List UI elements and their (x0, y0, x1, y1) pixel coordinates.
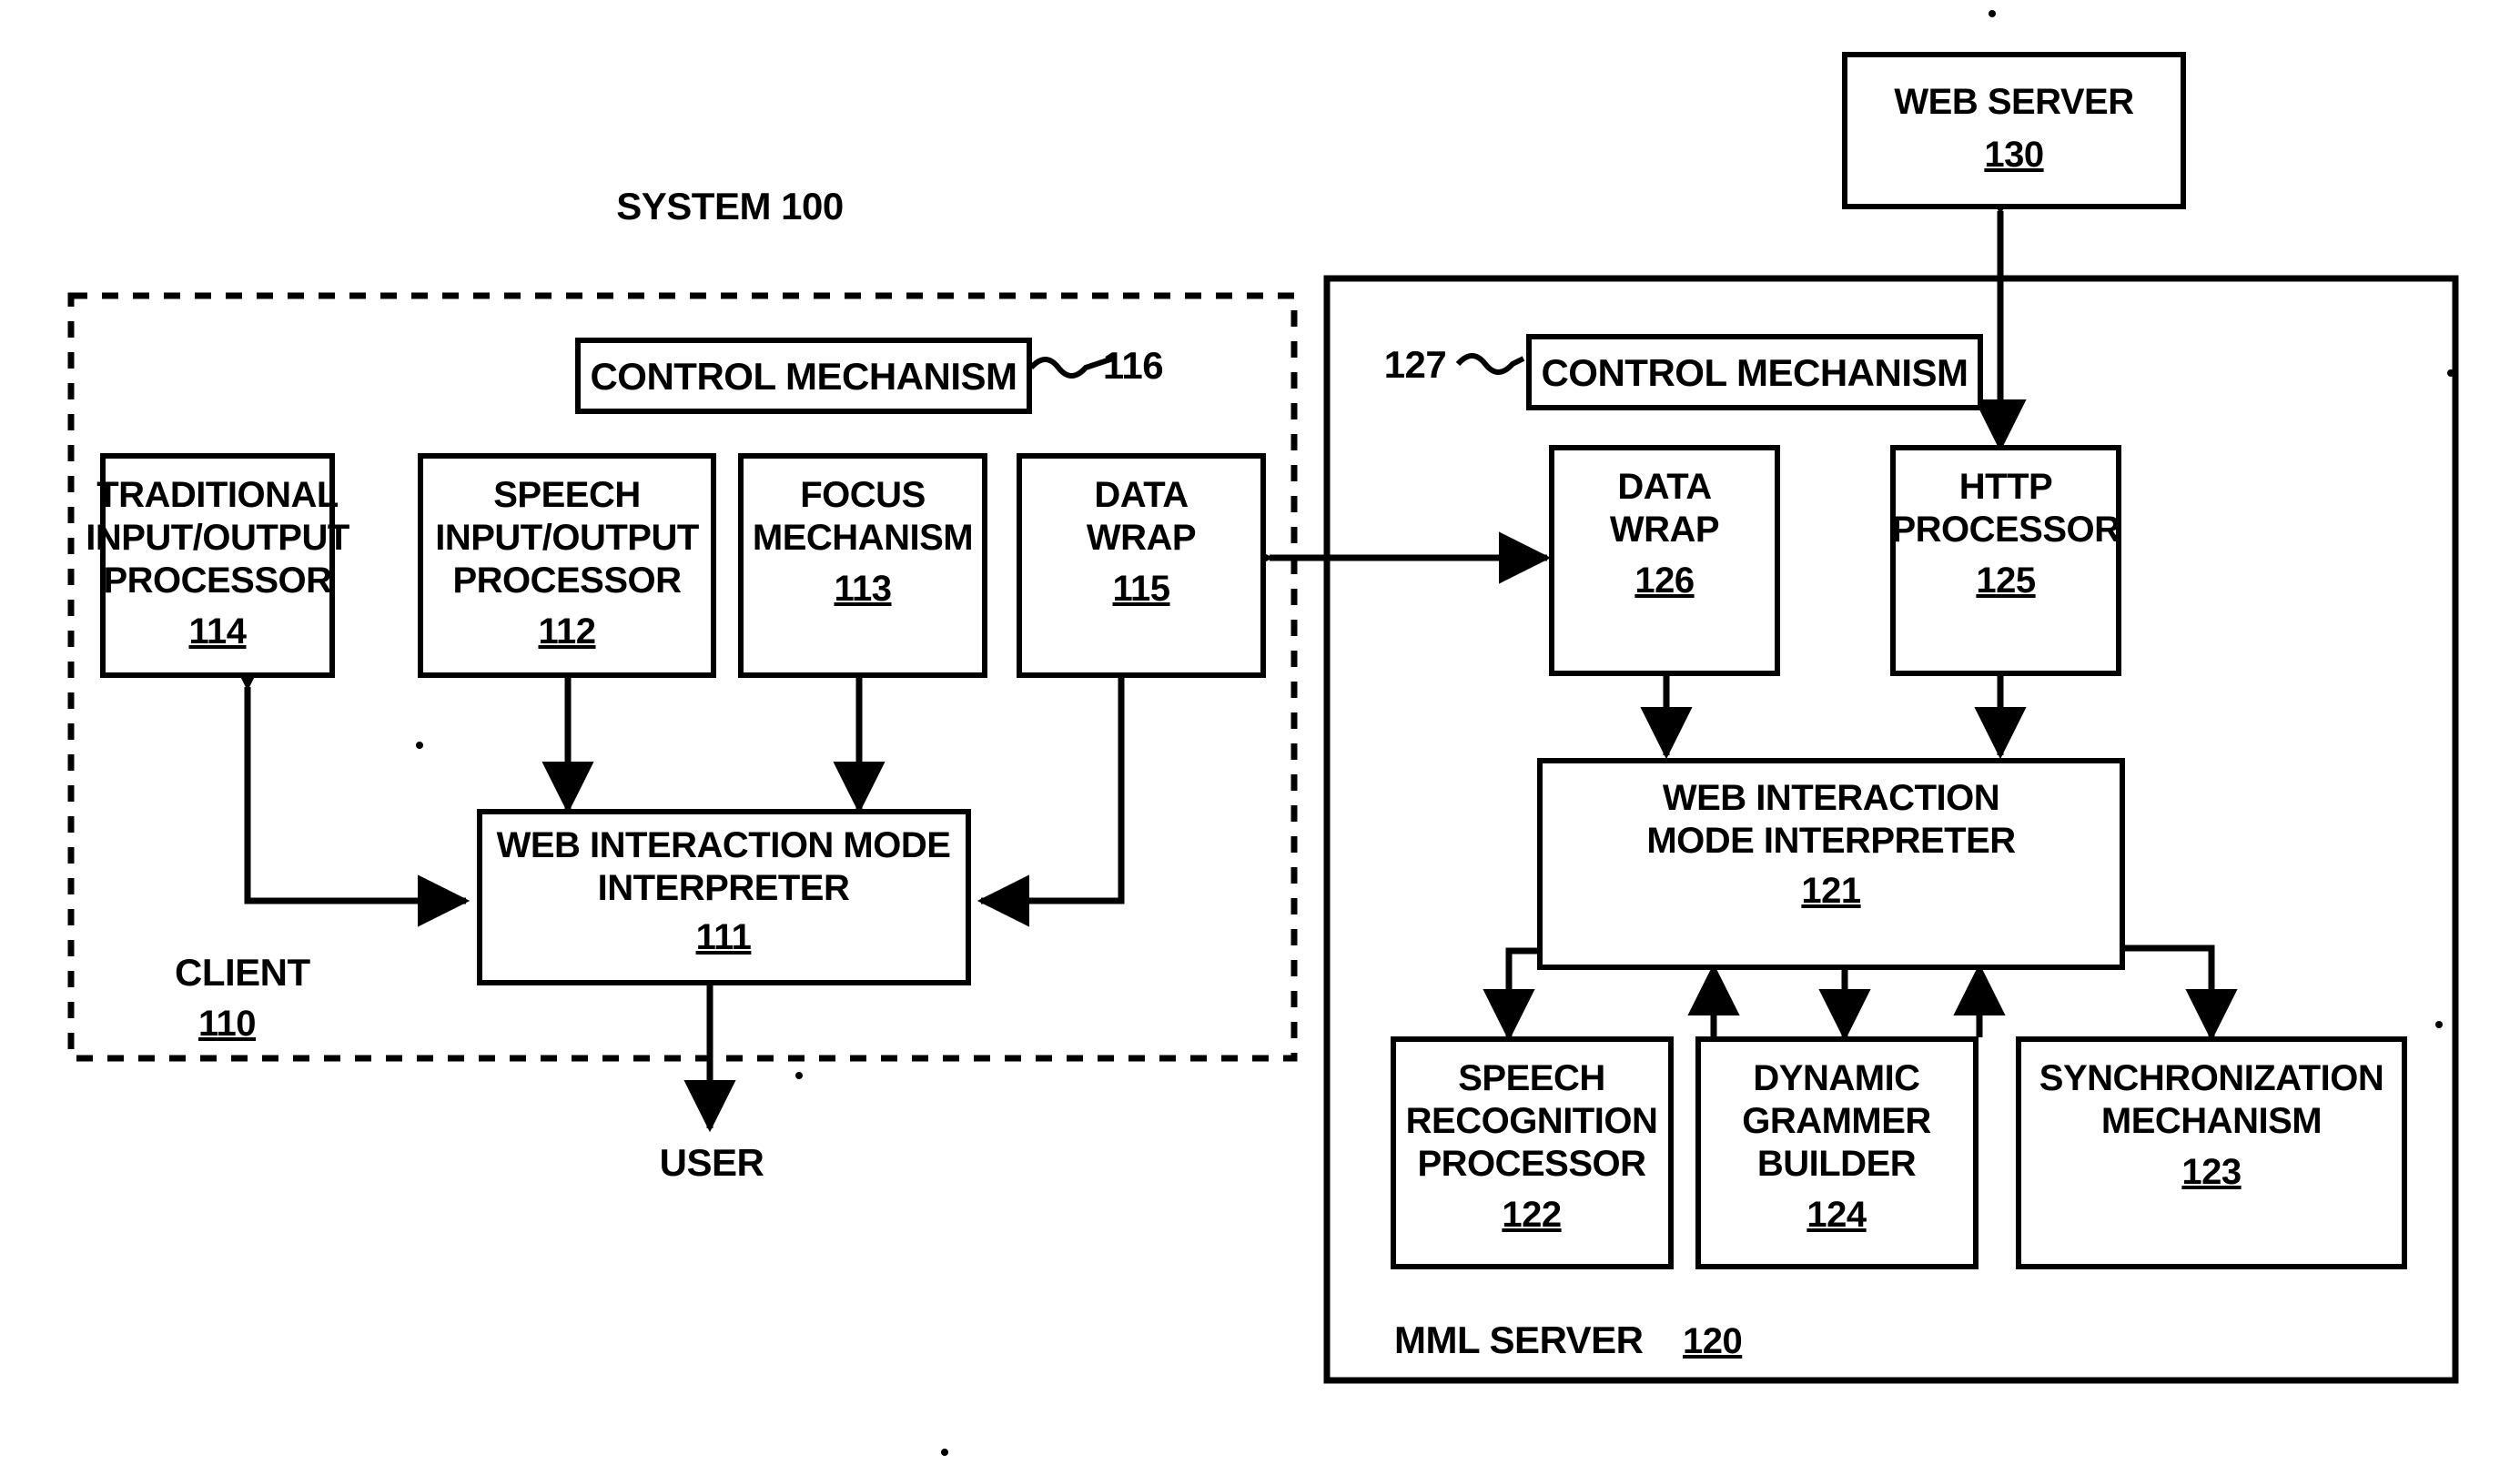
block-number: 125 (1976, 561, 2035, 601)
client-number: 110 (198, 1004, 256, 1044)
scan-speck (1989, 10, 1996, 17)
block-line: INTERPRETER (598, 868, 850, 908)
leader-116 (1028, 356, 1114, 379)
block-line: WEB INTERACTION (1663, 778, 1999, 818)
block-line: WEB INTERACTION MODE (497, 825, 951, 865)
figure-title: SYSTEM 100 (616, 185, 843, 227)
web-server-label: WEB SERVER (1894, 82, 2134, 122)
block-number: 126 (1634, 561, 1694, 601)
block-number: 124 (1807, 1195, 1867, 1235)
block-traditional-io-processor[interactable]: TRADITIONAL INPUT/OUTPUT PROCESSOR 114 (86, 453, 349, 678)
user-label: USER (660, 1141, 764, 1184)
block-line: SPEECH (493, 475, 641, 515)
block-line: BUILDER (1757, 1144, 1917, 1184)
server-control-mechanism-block[interactable]: CONTROL MECHANISM (1526, 334, 1983, 410)
block-web-server[interactable]: WEB SERVER 130 (1842, 52, 2186, 209)
block-speech-io-processor[interactable]: SPEECH INPUT/OUTPUT PROCESSOR 112 (418, 453, 716, 678)
block-line: PROCESSOR (1891, 510, 2120, 550)
scan-speck (2447, 369, 2454, 377)
scan-speck (416, 742, 423, 749)
block-line: SPEECH (1458, 1058, 1605, 1098)
mml-server-number: 120 (1683, 1321, 1742, 1361)
block-number: 115 (1112, 569, 1169, 609)
block-line: SYNCHRONIZATION (2039, 1058, 2383, 1098)
web-server-number: 130 (1984, 135, 2043, 175)
block-data-wrap-server[interactable]: DATA WRAP 126 (1549, 445, 1780, 676)
block-number: 123 (2181, 1152, 2241, 1192)
block-line: PROCESSOR (1417, 1144, 1646, 1184)
block-line: DATA (1094, 475, 1188, 515)
leader-127 (1455, 353, 1525, 375)
block-speech-recognition-processor[interactable]: SPEECH RECOGNITION PROCESSOR 122 (1391, 1036, 1674, 1269)
scan-speck (795, 1072, 803, 1079)
block-line: RECOGNITION (1406, 1101, 1658, 1141)
client-control-mechanism-ref: 116 (1103, 344, 1163, 387)
block-data-wrap-client[interactable]: DATA WRAP 115 (1017, 453, 1266, 678)
block-dynamic-grammer-builder[interactable]: DYNAMIC GRAMMER BUILDER 124 (1695, 1036, 1979, 1269)
block-line: FOCUS (800, 475, 926, 515)
block-line: PROCESSOR (103, 561, 332, 601)
block-line: TRADITIONAL (96, 475, 339, 515)
server-control-mechanism-ref: 127 (1384, 343, 1447, 386)
system-block-diagram: CONTROL MECHANISM 116 TRADITIONAL INPUT/… (67, 10, 2459, 1456)
block-number: 114 (188, 611, 247, 652)
client-label: CLIENT (175, 951, 311, 994)
block-line: MODE INTERPRETER (1646, 821, 2016, 861)
block-synchronization-mechanism[interactable]: SYNCHRONIZATION MECHANISM 123 (2016, 1036, 2407, 1269)
block-line: PROCESSOR (452, 561, 682, 601)
block-line: WRAP (1087, 518, 1196, 558)
mml-server-label: MML SERVER (1394, 1318, 1644, 1361)
block-number: 122 (1502, 1195, 1561, 1235)
block-line: MECHANISM (753, 518, 973, 558)
block-line: GRAMMER (1742, 1101, 1931, 1141)
patent-figure-page: CONTROL MECHANISM 116 TRADITIONAL INPUT/… (0, 0, 2520, 1475)
block-focus-mechanism[interactable]: FOCUS MECHANISM 113 (738, 453, 987, 678)
block-number: 113 (834, 569, 891, 609)
block-web-interaction-mode-interpreter-client[interactable]: WEB INTERACTION MODE INTERPRETER 111 (477, 809, 971, 985)
block-number: 121 (1801, 871, 1860, 911)
block-line: DATA (1617, 467, 1711, 507)
block-line: WRAP (1610, 510, 1719, 550)
block-number: 112 (538, 611, 595, 652)
server-control-mechanism-label: CONTROL MECHANISM (1541, 351, 1968, 394)
block-line: MECHANISM (2101, 1101, 2322, 1141)
block-line: INPUT/OUTPUT (86, 518, 349, 558)
connector-114-to-111 (221, 638, 471, 927)
connector-115-to-111 (977, 675, 1125, 927)
block-line: INPUT/OUTPUT (435, 518, 699, 558)
block-line: DYNAMIC (1753, 1058, 1919, 1098)
client-control-mechanism-block[interactable]: CONTROL MECHANISM (575, 338, 1032, 414)
block-number: 111 (696, 917, 752, 957)
block-line: HTTP (1959, 467, 2052, 507)
scan-speck (2435, 1021, 2443, 1028)
block-http-processor[interactable]: HTTP PROCESSOR 125 (1890, 445, 2121, 676)
block-web-interaction-mode-interpreter-server[interactable]: WEB INTERACTION MODE INTERPRETER 121 (1537, 758, 2125, 970)
client-control-mechanism-label: CONTROL MECHANISM (590, 355, 1017, 398)
scan-speck (941, 1449, 948, 1456)
